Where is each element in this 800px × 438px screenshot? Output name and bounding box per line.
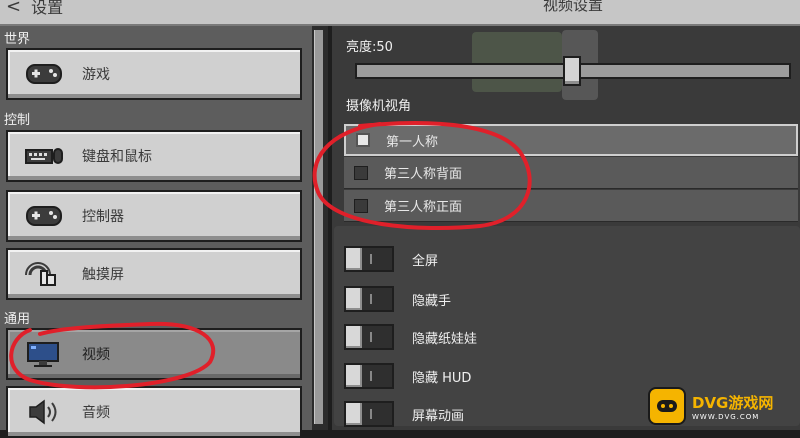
annotation-overlay — [9, 121, 532, 390]
annotation-circle-camera — [312, 121, 532, 231]
watermark-url: WWW.DVG.COM — [692, 412, 760, 421]
watermark-name: DVG游戏网 — [692, 393, 774, 412]
dvg-logo-icon — [648, 387, 686, 425]
watermark: DVG游戏网 WWW.DVG.COM — [648, 384, 798, 428]
annotation-circle-video — [9, 321, 216, 390]
